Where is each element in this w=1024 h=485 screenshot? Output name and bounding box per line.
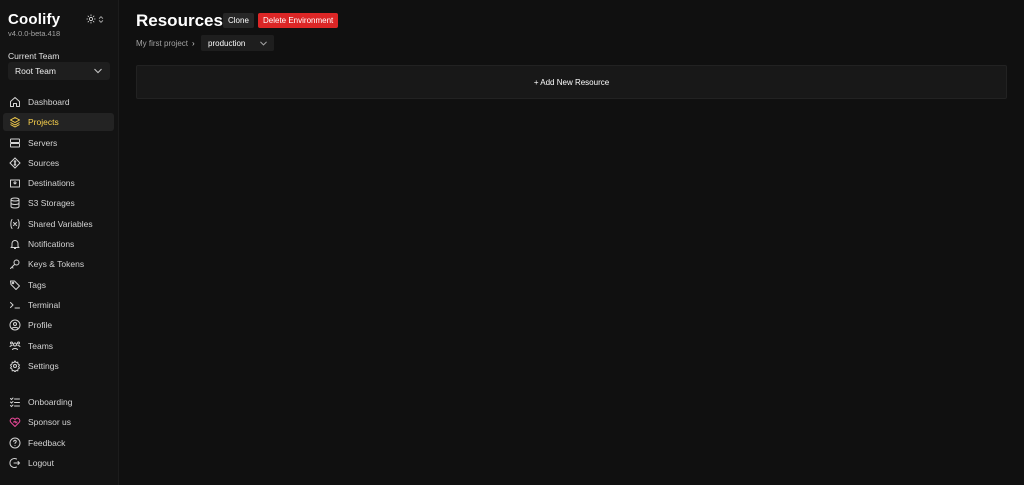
user-icon (9, 319, 21, 331)
git-icon (9, 157, 21, 169)
environment-select[interactable]: production (201, 35, 274, 51)
sidebar-item-label: Servers (28, 137, 58, 148)
team-select-value: Root Team (15, 66, 56, 76)
add-new-resource-button[interactable]: + Add New Resource (136, 65, 1007, 99)
sidebar-item-label: Dashboard (28, 97, 70, 107)
sidebar-item-logout[interactable]: Logout (3, 454, 114, 472)
sidebar-item-label: Teams (28, 340, 54, 351)
chevron-down-icon (260, 41, 267, 46)
sidebar-item-label: Projects (28, 117, 59, 128)
breadcrumb: My first project › (136, 39, 195, 48)
add-new-resource-label: + Add New Resource (533, 77, 610, 87)
sidebar-item-label: Sponsor us (28, 417, 71, 428)
sidebar-item-label: Onboarding (28, 397, 73, 407)
database-icon (9, 197, 21, 209)
sidebar-item-projects[interactable]: Projects (3, 113, 114, 132)
chevron-updown-icon (98, 15, 104, 23)
team-select[interactable]: Root Team (8, 62, 110, 80)
destination-icon (9, 177, 21, 189)
sidebar-item-label: Sources (28, 157, 60, 168)
app-name: Coolify (8, 11, 61, 28)
server-icon (9, 137, 21, 149)
sidebar-item-label: S3 Storages (28, 198, 75, 209)
sidebar-item-destinations[interactable]: Destinations (3, 174, 114, 192)
sun-icon (86, 14, 96, 24)
sidebar-item-onboarding[interactable]: Onboarding (3, 393, 114, 411)
page-title: Resources (136, 11, 223, 30)
home-icon (9, 96, 21, 108)
sidebar-item-servers[interactable]: Servers (3, 134, 114, 152)
main-nav: Dashboard Projects Servers Sources Desti… (3, 93, 114, 377)
gear-icon (9, 359, 21, 372)
sidebar-item-feedback[interactable]: Feedback (3, 434, 114, 452)
sidebar-item-teams[interactable]: Teams (3, 337, 114, 355)
sidebar-item-dashboard[interactable]: Dashboard (3, 93, 114, 111)
sidebar-item-s3-storages[interactable]: S3 Storages (3, 194, 114, 212)
sidebar: Coolify v4.0.0-beta.418 Current Team Roo… (0, 0, 119, 485)
sidebar-item-settings[interactable]: Settings (3, 357, 114, 375)
sidebar-item-label: Settings (28, 360, 59, 371)
current-team-label: Current Team (8, 51, 60, 61)
sidebar-item-label: Destinations (28, 178, 75, 189)
variable-icon (9, 218, 21, 230)
breadcrumb-project-link[interactable]: My first project (136, 39, 188, 48)
secondary-nav: Onboarding Sponsor us Feedback Logout (3, 393, 114, 474)
terminal-icon (9, 299, 21, 311)
key-icon (9, 258, 21, 270)
sidebar-item-profile[interactable]: Profile (3, 316, 114, 334)
sidebar-item-label: Feedback (28, 437, 66, 448)
sidebar-item-label: Tags (28, 279, 46, 290)
sidebar-item-tags[interactable]: Tags (3, 276, 114, 294)
help-icon (9, 437, 21, 449)
delete-environment-button[interactable]: Delete Environment (258, 13, 339, 28)
sidebar-item-sponsor[interactable]: Sponsor us (3, 413, 114, 431)
sidebar-item-sources[interactable]: Sources (3, 154, 114, 172)
sidebar-item-notifications[interactable]: Notifications (3, 235, 114, 253)
app-version: v4.0.0-beta.418 (8, 29, 61, 38)
main-content: Resources Clone Delete Environment My fi… (119, 0, 1024, 485)
sidebar-item-label: Keys & Tokens (28, 259, 85, 270)
environment-select-value: production (208, 38, 246, 48)
sidebar-item-label: Profile (28, 320, 53, 331)
tag-icon (9, 279, 21, 291)
breadcrumb-separator: › (192, 39, 195, 48)
chevron-down-icon (94, 68, 102, 74)
heart-icon (9, 416, 21, 428)
sidebar-item-label: Logout (28, 457, 54, 468)
clone-button[interactable]: Clone (223, 13, 254, 28)
sidebar-item-label: Notifications (28, 239, 75, 250)
sidebar-item-shared-variables[interactable]: Shared Variables (3, 215, 114, 233)
sidebar-item-label: Shared Variables (28, 218, 93, 229)
sidebar-item-terminal[interactable]: Terminal (3, 296, 114, 314)
bell-icon (9, 238, 21, 250)
layers-icon (9, 116, 21, 128)
sidebar-item-keys-tokens[interactable]: Keys & Tokens (3, 255, 114, 273)
sidebar-item-label: Terminal (28, 299, 61, 310)
logout-icon (9, 457, 21, 469)
users-icon (9, 340, 21, 352)
theme-toggle[interactable] (86, 12, 108, 26)
checklist-icon (9, 396, 21, 408)
